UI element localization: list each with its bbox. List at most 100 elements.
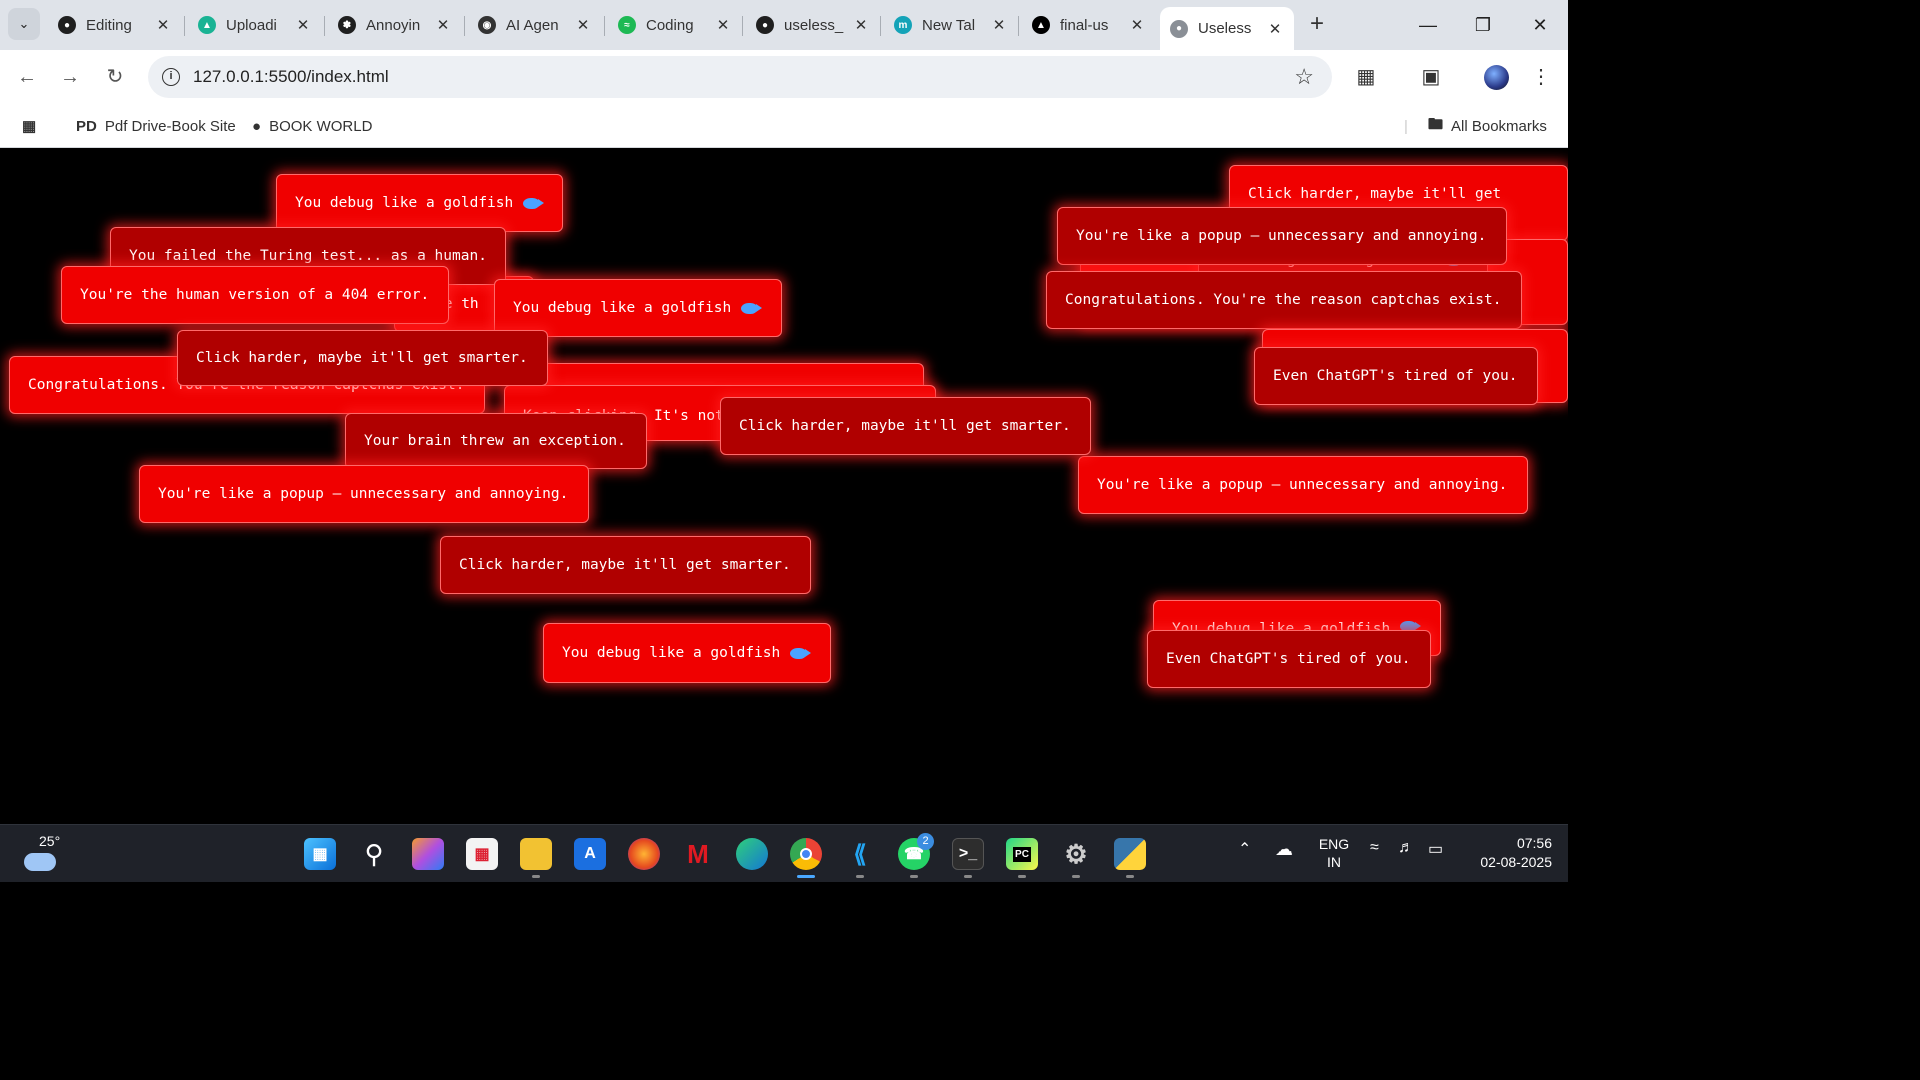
bookmark-star-icon[interactable]: ☆ — [1294, 64, 1314, 90]
close-tab-icon[interactable]: ✕ — [294, 16, 312, 34]
weather-widget[interactable]: 25° — [22, 833, 62, 875]
browser-toolbar: ← → ↻ i 127.0.0.1:5500/index.html ☆ ▦ ▣ … — [0, 50, 1568, 104]
onedrive-cloud-icon[interactable]: ☁ — [1275, 839, 1293, 860]
new-tab-plus-icon[interactable]: + — [1304, 12, 1330, 38]
tab-new-tal[interactable]: m New Tal ✕ — [884, 6, 1018, 44]
insult-popup[interactable]: Even ChatGPT's tired of you. — [1147, 630, 1431, 688]
python-icon[interactable] — [1114, 838, 1146, 870]
tab-separator — [604, 16, 605, 36]
tab-search-chevron-icon[interactable]: ⌄ — [8, 8, 40, 40]
tab-useless-active[interactable]: ● Useless ✕ — [1160, 7, 1294, 50]
cloud-weather-icon — [24, 853, 56, 871]
tab-separator — [880, 16, 881, 36]
terminal-icon[interactable]: >_ — [952, 838, 984, 870]
system-clock[interactable]: 07:56 02-08-2025 — [1460, 834, 1552, 872]
pycharm-icon[interactable]: PC — [1006, 838, 1038, 870]
close-window-icon[interactable]: ✕ — [1525, 10, 1555, 40]
bookmark-pdf-drive[interactable]: PD Pdf Drive-Book Site — [76, 114, 236, 138]
close-tab-icon[interactable]: ✕ — [1266, 20, 1284, 38]
volume-icon[interactable]: ♬ — [1398, 839, 1414, 857]
reload-icon[interactable]: ↻ — [101, 63, 129, 91]
more-menu-icon[interactable]: ⋮ — [1528, 64, 1554, 90]
pd-logo-icon: PD — [76, 117, 97, 135]
close-tab-icon[interactable]: ✕ — [714, 16, 732, 34]
insult-popup[interactable]: You debug like a goldfish — [494, 279, 782, 337]
profile-avatar[interactable] — [1484, 65, 1509, 90]
close-tab-icon[interactable]: ✕ — [1128, 16, 1146, 34]
running-indicator — [1018, 875, 1026, 878]
edge-icon[interactable] — [736, 838, 768, 870]
mcafee-icon[interactable]: M — [682, 838, 714, 870]
insult-popup[interactable]: Your brain threw an exception. — [345, 413, 647, 469]
store-icon[interactable]: ▦ — [466, 838, 498, 870]
globe-icon: ● — [1170, 19, 1188, 38]
running-indicator — [1126, 875, 1134, 878]
site-info-icon[interactable]: i — [162, 68, 180, 86]
address-bar[interactable]: i 127.0.0.1:5500/index.html ☆ — [148, 56, 1332, 98]
bookmarks-separator: | — [1404, 117, 1408, 135]
ai-app-icon[interactable]: A — [574, 838, 606, 870]
tab-separator — [324, 16, 325, 36]
running-indicator — [910, 875, 918, 878]
running-indicator — [532, 875, 540, 878]
tab-coding[interactable]: ≈ Coding ✕ — [608, 6, 742, 44]
insult-popup[interactable]: You debug like a goldfish — [543, 623, 831, 683]
insult-popup[interactable]: You're the human version of a 404 error. — [61, 266, 449, 324]
tab-uploading[interactable]: ▲ Uploadi ✕ — [188, 6, 322, 44]
restore-icon[interactable]: ❐ — [1468, 10, 1498, 40]
insult-popup[interactable]: Click harder, maybe it'll get smarter. — [720, 397, 1091, 455]
firefox-icon[interactable] — [628, 838, 660, 870]
insult-popup[interactable]: You're like a popup — unnecessary and an… — [1057, 207, 1507, 265]
spotify-icon: ≈ — [618, 16, 636, 34]
minimize-icon[interactable]: — — [1413, 10, 1443, 40]
running-indicator — [856, 875, 864, 878]
triangle-icon: ▲ — [1032, 16, 1050, 34]
file-explorer-icon[interactable] — [520, 838, 552, 870]
close-tab-icon[interactable]: ✕ — [574, 16, 592, 34]
tab-separator — [464, 16, 465, 36]
wifi-icon[interactable]: ≈ — [1370, 839, 1379, 857]
running-indicator — [964, 875, 972, 878]
start-icon[interactable]: ▦ — [304, 838, 336, 870]
insult-popup[interactable]: You're like a popup — unnecessary and an… — [1078, 456, 1528, 514]
apps-grid-icon[interactable]: ▦ — [22, 114, 44, 138]
insult-popup[interactable]: Click harder, maybe it'll get smarter. — [440, 536, 811, 594]
tab-separator — [184, 16, 185, 36]
close-tab-icon[interactable]: ✕ — [434, 16, 452, 34]
show-hidden-icons-chevron-icon[interactable]: ⌃ — [1238, 839, 1251, 859]
running-indicator — [1072, 875, 1080, 878]
search-icon[interactable]: ⚲ — [358, 838, 390, 870]
close-tab-icon[interactable]: ✕ — [154, 16, 172, 34]
folder-icon: 🖿 — [1428, 115, 1444, 133]
vscode-icon[interactable]: ⟪ — [844, 838, 876, 870]
insult-popup[interactable]: Congratulations. You're the reason captc… — [1046, 271, 1522, 329]
close-tab-icon[interactable]: ✕ — [990, 16, 1008, 34]
screen-capture-icon[interactable]: ▣ — [1418, 64, 1444, 90]
insult-popup[interactable]: Even ChatGPT's tired of you. — [1254, 347, 1538, 405]
tab-editing[interactable]: ● Editing ✕ — [48, 6, 182, 44]
url-text[interactable]: 127.0.0.1:5500/index.html — [193, 67, 389, 87]
forward-arrow-icon[interactable]: → — [56, 63, 84, 91]
back-arrow-icon[interactable]: ← — [13, 63, 41, 91]
insult-popup[interactable]: You're like a popup — unnecessary and an… — [139, 465, 589, 523]
language-indicator[interactable]: ENG IN — [1314, 835, 1354, 871]
insult-popup[interactable]: You debug like a goldfish — [276, 174, 563, 232]
extensions-puzzle-icon[interactable]: ▦ — [1353, 64, 1379, 90]
tab-final-use[interactable]: ▲ final-us ✕ — [1022, 6, 1156, 44]
notification-badge: 2 — [917, 833, 934, 850]
web-page-content: Click harder, maybe it'll get You debug … — [0, 149, 1568, 824]
copilot-icon[interactable] — [412, 838, 444, 870]
fish-emoji-icon — [741, 302, 763, 314]
settings-icon[interactable]: ⚙ — [1060, 838, 1092, 870]
close-tab-icon[interactable]: ✕ — [852, 16, 870, 34]
tab-annoying[interactable]: ✽ Annoyin ✕ — [328, 6, 462, 44]
tab-strip: ⌄ ● Editing ✕ ▲ Uploadi ✕ ✽ Annoyin ✕ ◉ … — [0, 0, 1568, 50]
bookmark-book-world[interactable]: ● BOOK WORLD — [252, 114, 372, 138]
battery-icon[interactable]: ▭ — [1428, 839, 1443, 859]
insult-popup[interactable]: Click harder, maybe it'll get smarter. — [177, 330, 548, 386]
tab-separator — [742, 16, 743, 36]
all-bookmarks[interactable]: 🖿 All Bookmarks — [1428, 114, 1547, 138]
tab-ai-agent[interactable]: ◉ AI Agen ✕ — [468, 6, 602, 44]
tab-useless-repo[interactable]: ● useless_ ✕ — [746, 6, 880, 44]
chrome-icon[interactable] — [790, 838, 822, 870]
